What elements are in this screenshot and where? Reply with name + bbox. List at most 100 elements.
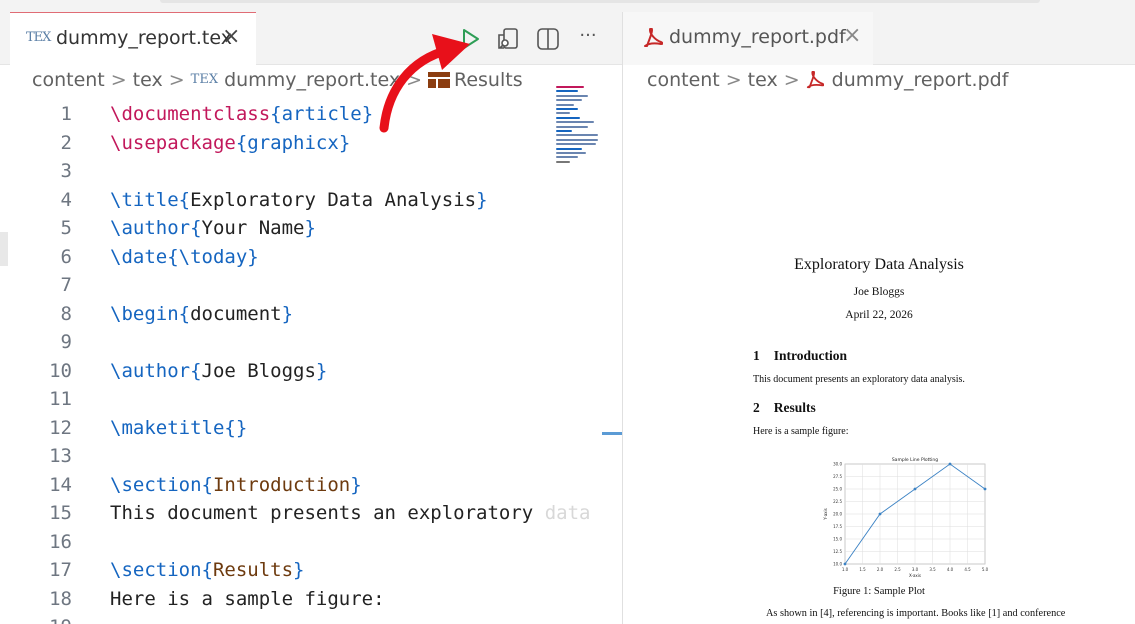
close-icon[interactable]: × [843,23,861,48]
code-token: } [304,217,316,239]
scrollbar-marker[interactable] [602,432,622,435]
editor-pane: TEX dummy_report.tex × ··· content > tex > T… [0,12,622,624]
line-number: 4 [60,188,72,211]
code-text: Here is a sample figure: [110,585,385,613]
tex-icon: TEX [26,30,51,45]
code-token: { [178,302,191,325]
code-line[interactable]: 14 \section{Introduction} [0,471,600,499]
breadcrumb-item-tex[interactable]: tex [748,69,778,91]
code-token: { [190,359,202,382]
figure-caption: Figure 1: Sample Plot [833,586,925,597]
line-number: 15 [49,502,72,524]
code-line[interactable]: 3 [0,157,600,185]
split-editor-icon[interactable] [535,26,561,52]
minimap-line [556,94,588,97]
code-token: { [235,131,248,154]
code-text: \begin{document} [110,300,293,328]
minimap-line [556,156,578,159]
minimap-line [556,90,578,93]
breadcrumb-item-tex[interactable]: tex [133,69,163,91]
tab-dummy-report-tex[interactable]: TEX dummy_report.tex × [10,12,256,65]
y-tick-label: 22.5 [833,499,842,504]
close-icon[interactable]: × [222,24,240,49]
code-token: graphicx [247,131,339,154]
code-text: \author{Joe Bloggs} [110,357,327,385]
line-number: 19 [0,613,72,624]
minimap-line [556,152,586,154]
code-line[interactable]: 15 This document presents an exploratory … [0,499,600,527]
y-tick-label: 12.5 [833,549,842,554]
line-number: 13 [49,445,72,467]
code-line[interactable]: 17 \section{Results} [0,556,600,584]
doc-paragraph: As shown in [4], referencing is importan… [766,608,1066,619]
minimap-line [556,125,588,128]
x-tick-label: 4.5 [964,567,971,572]
y-axis-label: Y-axis [823,508,828,520]
x-tick-label: 1.0 [842,567,849,572]
doc-title: Exploratory Data Analysis [794,256,964,273]
data-point [878,512,882,516]
open-preview-icon[interactable] [495,26,521,52]
code-token: \today [178,245,248,268]
code-line[interactable]: 5 \author{Your Name} [0,214,600,242]
code-line[interactable]: 12 \maketitle{} [0,414,600,442]
code-token: \maketitle [110,416,225,439]
code-text: \author{Your Name} [110,214,316,242]
code-token: Joe Bloggs [201,359,316,382]
code-text: \section{Introduction} [110,471,362,499]
line-number: 16 [49,530,72,553]
code-line[interactable]: 1 \documentclass{article} [0,100,600,128]
line-number: 7 [60,274,72,296]
section-heading-introduction: 1 Introduction [753,348,848,363]
breadcrumb-item-content[interactable]: content [647,69,720,91]
code-line[interactable]: 6 \date{\today} [0,243,600,271]
code-token: \section [110,473,202,496]
code-editor[interactable]: 1 \documentclass{article} 2 \usepackage{gra… [0,98,622,624]
code-token: \section [110,559,202,581]
section-text: This document presents an exploratory da… [753,374,965,385]
code-token: } [293,559,305,581]
minimap-line [556,121,594,124]
code-line[interactable]: 13 [0,442,600,470]
minimap-line [556,160,570,163]
code-line[interactable]: 4 \title{Exploratory Data Analysis} [0,186,600,214]
code-token: { [178,188,191,211]
tex-icon: TEX [190,72,219,87]
breadcrumb-item-file[interactable]: dummy_report.pdf [832,69,1009,91]
command-center[interactable] [160,0,1040,3]
code-line[interactable]: 16 [0,528,600,556]
breadcrumb-item-content[interactable]: content [32,69,105,91]
code-line[interactable]: 7 [0,271,600,299]
code-line[interactable]: 8 \begin{document} [0,300,600,328]
minimap[interactable] [556,86,612,176]
code-text: \usepackage{graphicx} [110,129,350,157]
code-token: \author [110,217,191,239]
x-axis-label: X-axis [909,573,921,578]
more-actions-icon[interactable]: ··· [575,26,601,52]
code-line[interactable]: 9 [0,328,600,356]
code-token: { [201,473,213,496]
pdf-viewer[interactable]: Exploratory Data Analysis Joe Bloggs Apr… [623,98,1135,624]
window-top-strip [0,0,1135,12]
code-token: Your Name [201,217,305,239]
line-number: 1 [60,103,72,125]
breadcrumb-separator: > [110,68,127,91]
code-line[interactable]: 18 Here is a sample figure: [0,585,600,613]
code-text: \maketitle{} [110,414,247,442]
tab-dummy-report-pdf[interactable]: dummy_report.pdf × [623,12,873,65]
line-number: 14 [49,473,72,496]
x-tick-label: 1.5 [859,567,866,572]
code-token: { [190,217,202,239]
code-line[interactable]: 11 [0,385,600,413]
line-number: 3 [60,160,72,182]
code-token: { [167,245,179,268]
pdf-icon [806,70,825,89]
line-number: 5 [60,217,72,239]
code-line[interactable]: 19 [0,613,600,624]
code-token: } [350,473,362,496]
code-token: Introduction [212,473,351,496]
code-line[interactable]: 10 \author{Joe Bloggs} [0,357,600,385]
y-tick-label: 20.0 [833,512,842,517]
code-line[interactable]: 2 \usepackage{graphicx} [0,129,600,157]
line-number: 12 [49,416,72,439]
